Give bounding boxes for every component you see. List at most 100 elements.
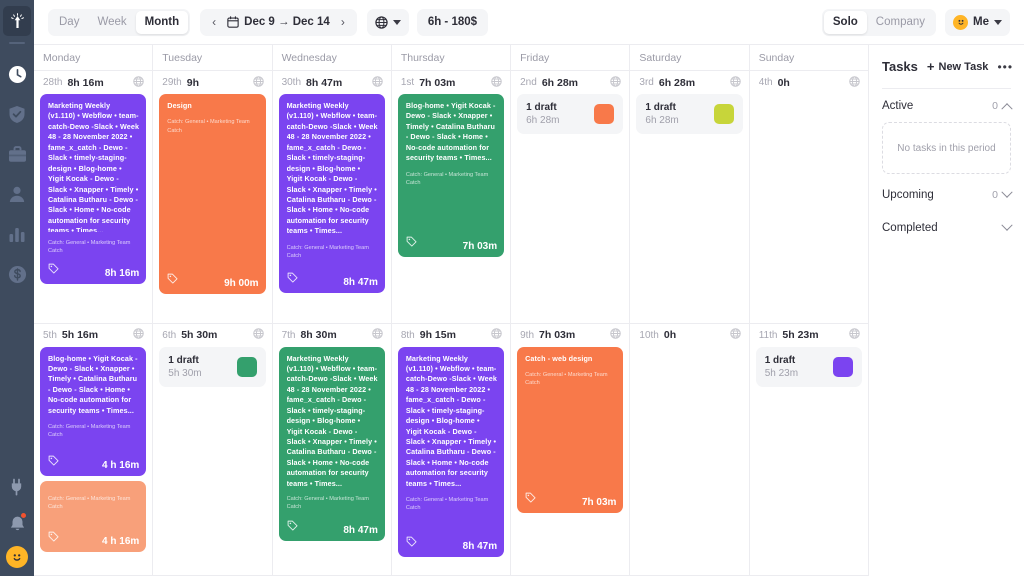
- day-events-list: Marketing Weekly (v1.110) • Webflow • te…: [273, 346, 391, 576]
- view-mode-day[interactable]: Day: [50, 11, 88, 34]
- task-section-upcoming[interactable]: Upcoming 0: [882, 178, 1013, 211]
- sidebar-item-projects[interactable]: [0, 134, 34, 174]
- draft-card[interactable]: 1 draft 6h 28m: [517, 94, 624, 134]
- date-range-label[interactable]: Dec 9 → Dec 14: [224, 16, 333, 28]
- day-globe-icon[interactable]: [252, 326, 264, 344]
- sidebar-item-notifications[interactable]: [0, 507, 34, 541]
- sidebar-item-integrations[interactable]: [0, 467, 34, 507]
- tag-icon-button[interactable]: [48, 453, 59, 471]
- user-dropdown[interactable]: Me: [945, 8, 1010, 36]
- sidebar-item-timer[interactable]: [0, 54, 34, 94]
- day-globe-icon[interactable]: [729, 74, 741, 92]
- event-card[interactable]: Blog-home • Yigit Kocak - Dewo - Slack •…: [40, 346, 147, 476]
- draft-card[interactable]: 1 draft 5h 30m: [159, 346, 266, 387]
- next-period-button[interactable]: ›: [333, 11, 353, 34]
- calendar-day-cell[interactable]: 8th 9h 15m Marketing Weekly (v1.110) • Web…: [392, 323, 512, 575]
- task-section-active[interactable]: Active 0: [882, 89, 1013, 122]
- tasks-more-button[interactable]: •••: [997, 61, 1013, 73]
- event-card[interactable]: Marketing Weekly (v1.110) • Webflow • te…: [278, 346, 385, 541]
- event-card[interactable]: Marketing Weekly (v1.110) • Webflow • te…: [40, 94, 147, 284]
- calendar-day-cell[interactable]: 4th 0h: [750, 71, 868, 323]
- scope-company[interactable]: Company: [867, 11, 934, 34]
- event-card[interactable]: Catch - web design Catch: General • Marke…: [517, 346, 624, 513]
- event-card[interactable]: Blog-home • Yigit Kocak - Dewo - Slack •…: [397, 94, 505, 257]
- day-globe-icon[interactable]: [372, 326, 383, 344]
- event-duration: 9h 00m: [224, 278, 259, 289]
- sidebar-item-clients[interactable]: [0, 174, 34, 214]
- globe-filter-dropdown[interactable]: [366, 8, 409, 36]
- day-globe-icon[interactable]: [610, 74, 622, 92]
- calendar-day-cell[interactable]: 6th 5h 30m 1 draft 5h 30m: [153, 323, 273, 575]
- view-mode-week[interactable]: Week: [88, 11, 135, 34]
- day-globe-icon[interactable]: [252, 74, 264, 92]
- calendar-day-cell[interactable]: 5th 5h 16m Blog-home • Yigit Kocak - Dewo …: [34, 323, 154, 575]
- sidebar-item-reports[interactable]: [0, 214, 34, 254]
- day-globe-icon[interactable]: [729, 326, 741, 344]
- day-total-hours: 0h: [663, 329, 677, 341]
- calendar-day-cell[interactable]: 7th 8h 30m Marketing Weekly (v1.110) • Web…: [273, 323, 392, 576]
- view-mode-month[interactable]: Month: [135, 10, 189, 34]
- tag-icon-button[interactable]: [406, 234, 417, 252]
- calendar-day-cell[interactable]: 11th 5h 23m 1 draft 5h 23m: [750, 324, 868, 576]
- sidebar-item-billing[interactable]: [0, 254, 34, 294]
- globe-icon: [375, 15, 388, 29]
- app-logo[interactable]: [3, 6, 31, 36]
- event-subtitle: Catch: General • Marketing Team Catch: [48, 495, 131, 510]
- calendar-week-row: 5th 5h 16m Blog-home • Yigit Kocak - Dewo …: [34, 323, 868, 576]
- event-footer: 4 h 16m: [48, 523, 139, 547]
- day-events-list: Marketing Weekly (v1.110) • Webflow • te…: [273, 94, 391, 323]
- event-card[interactable]: Marketing Weekly (v1.110) • Webflow • te…: [278, 94, 385, 293]
- event-card[interactable]: Marketing Weekly (v1.110) • Webflow • te…: [397, 346, 505, 557]
- draft-title: 1 draft: [526, 102, 557, 113]
- day-globe-icon[interactable]: [849, 326, 860, 344]
- draft-duration: 5h 23m: [764, 367, 799, 379]
- sidebar-item-approvals[interactable]: [0, 94, 34, 134]
- calendar-day-cell[interactable]: 28th 8h 16m Marketing Weekly (v1.110) • We…: [34, 71, 154, 323]
- day-number: 9th: [520, 329, 535, 341]
- cost-summary-pill[interactable]: 6h - 180$: [416, 8, 489, 36]
- day-globe-icon[interactable]: [491, 326, 502, 344]
- globe-icon: [372, 328, 383, 339]
- day-total-hours: 6h 28m: [541, 76, 578, 89]
- event-card[interactable]: Catch: General • Marketing Team Catch 4 h…: [40, 480, 147, 552]
- event-card[interactable]: Design Catch: General • Marketing Team Ca…: [159, 94, 266, 294]
- new-task-button[interactable]: + New Task: [927, 60, 989, 73]
- draft-card[interactable]: 1 draft 6h 28m: [636, 94, 743, 134]
- tag-icon-button[interactable]: [525, 490, 536, 508]
- chevron-down-icon: [392, 19, 401, 25]
- day-globe-icon[interactable]: [491, 74, 502, 92]
- day-globe-icon[interactable]: [133, 74, 145, 92]
- calendar-day-cell[interactable]: 29th 9h Design Catch: General • Marketing T…: [153, 71, 273, 323]
- tag-icon: [406, 236, 417, 247]
- calendar-day-cell[interactable]: 1st 7h 03m Blog-home • Yigit Kocak - Dewo …: [392, 71, 512, 323]
- tasks-empty-state: No tasks in this period: [882, 122, 1011, 174]
- task-section-completed[interactable]: Completed: [882, 211, 1013, 244]
- day-globe-icon[interactable]: [610, 326, 622, 344]
- briefcase-icon: [8, 145, 26, 162]
- tag-icon-button[interactable]: [48, 529, 59, 547]
- tag-icon-button[interactable]: [287, 518, 298, 536]
- day-header: 28th 8h 16m: [34, 71, 152, 94]
- day-globe-icon[interactable]: [372, 74, 383, 92]
- tag-icon-button[interactable]: [167, 271, 178, 289]
- day-number: 3rd: [639, 77, 654, 88]
- day-globe-icon[interactable]: [849, 74, 860, 92]
- tag-icon-button[interactable]: [48, 261, 59, 279]
- calendar-day-cell[interactable]: 30th 8h 47m Marketing Weekly (v1.110) • We…: [273, 71, 392, 323]
- tag-icon-button[interactable]: [287, 270, 298, 288]
- calendar-day-cell[interactable]: 3rd 6h 28m 1 draft 6h 28m: [630, 71, 750, 323]
- new-task-label: New Task: [938, 60, 989, 73]
- calendar-day-cell[interactable]: 9th 7h 03m Catch - web design Catch: Genera…: [511, 323, 631, 575]
- draft-card[interactable]: 1 draft 5h 23m: [755, 346, 862, 387]
- toolbar: Day Week Month ‹ Dec 9 → Dec 14 › 6h - 1…: [34, 0, 1024, 45]
- day-number: 5th: [43, 329, 57, 341]
- scope-solo[interactable]: Solo: [823, 10, 867, 34]
- calendar-day-cell[interactable]: 2nd 6h 28m 1 draft 6h 28m: [511, 71, 631, 323]
- tag-icon-button[interactable]: [406, 534, 417, 552]
- avatar[interactable]: [6, 546, 28, 568]
- calendar-day-cell[interactable]: 10th 0h: [630, 323, 750, 575]
- prev-period-button[interactable]: ‹: [204, 11, 224, 34]
- day-globe-icon[interactable]: [133, 326, 145, 344]
- tag-icon: [525, 492, 536, 503]
- draft-duration: 5h 30m: [168, 367, 202, 379]
